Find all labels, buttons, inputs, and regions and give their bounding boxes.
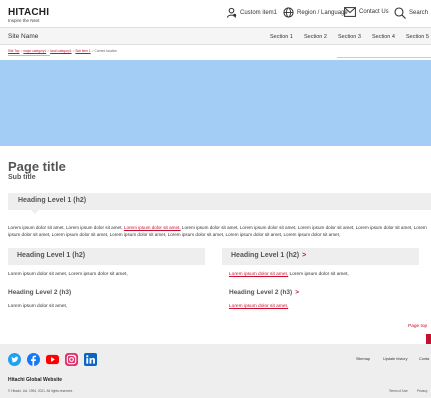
nav-section-1[interactable]: Section 1 [270,34,293,40]
left-text-2: Lorem ipsum dolor sit amet, [8,304,68,309]
page-top-link[interactable]: Page top [408,324,427,329]
breadcrumb-separator: > [91,49,94,53]
heading-h2-wide: Heading Level 1 (h2) [8,193,431,210]
search-icon [394,7,406,19]
page-title: Page title [8,159,66,174]
twitter-icon[interactable] [8,353,21,366]
heading-notch [31,210,39,214]
footer-privacy-link[interactable]: Privacy [417,389,427,393]
nav-section-2[interactable]: Section 2 [304,34,327,40]
heading-h2-text: Heading Level 1 (h2) [17,252,86,259]
linkedin-icon[interactable] [84,353,97,366]
page-top-button[interactable] [426,334,431,344]
globe-icon [283,7,294,18]
breadcrumb-item[interactable]: Sub item 1 [75,49,90,53]
heading-h2-text: Heading Level 1 (h2) [18,197,87,204]
left-text-1: Lorem ipsum dolor sit amet, Lorem ipsum … [8,272,128,277]
footer-site-title[interactable]: Hitachi Global Website [8,377,62,383]
right-text-link[interactable]: Lorem ipsum dolor sit amet, [229,304,288,309]
copyright-text: © Hitachi, Ltd. 1994, 2021. All rights r… [8,389,73,393]
search-label: Search [409,10,429,16]
hero-image [0,60,431,146]
right-text-2: Lorem ipsum dolor sit amet, [229,304,288,309]
heading-h2-label: Heading Level 1 (h2) [231,252,300,259]
paragraph-link[interactable]: Lorem ipsum dolor sit amet, [124,225,181,230]
nav-section-4[interactable]: Section 4 [372,34,395,40]
right-text-1: Lorem ipsum dolor sit amet, Lorem ipsum … [229,272,349,277]
search-link[interactable]: Search [394,7,428,19]
chevron-right-icon: > [302,252,307,259]
right-text-link[interactable]: Lorem ipsum dolor sit amet, [229,272,288,277]
logo-wordmark: HITACHI [8,7,50,18]
breadcrumb-item[interactable]: Site Top [8,49,19,53]
heading-h3-label: Heading Level 2 (h3) [229,289,293,296]
heading-h3-right[interactable]: Heading Level 2 (h3) > [229,289,299,296]
breadcrumb-item[interactable]: local category1 [50,49,71,53]
footer-contact-link[interactable]: Conta [419,357,429,361]
custom-item-link[interactable]: Custom item1 [226,7,277,18]
breadcrumb: Site Top>major category1>local category1… [8,49,117,53]
nav-section-5[interactable]: Section 5 [406,34,429,40]
chevron-right-icon: > [295,289,300,296]
right-text-plain: Lorem ipsum dolor sit amet, [288,272,349,277]
breadcrumb-separator: > [47,49,50,53]
global-header: HITACHI Inspire the Next Custom item1 Re… [0,0,431,26]
search-field-line [337,57,431,58]
body-paragraph: Lorem ipsum dolor sit amet, Lorem ipsum … [8,224,431,239]
region-language-link[interactable]: Region / Language [283,7,348,18]
breadcrumb-item[interactable]: major category1 [23,49,46,53]
heading-h2-right[interactable]: Heading Level 1 (h2) > [222,248,419,265]
breadcrumb-current: Current location [94,49,118,53]
paragraph-text: Lorem ipsum dolor sit amet, Lorem ipsum … [8,225,124,230]
mail-icon [344,7,356,17]
nav-section-3[interactable]: Section 3 [338,34,361,40]
site-footer: Sitemap Update history Conta Hitachi Glo… [0,344,431,398]
contact-us-link[interactable]: Contact Us [344,7,389,17]
page-subtitle: Sub title [8,174,36,181]
hitachi-logo[interactable]: HITACHI Inspire the Next [8,8,49,24]
region-language-label: Region / Language [297,9,348,16]
youtube-icon[interactable] [46,353,59,366]
heading-h3-left: Heading Level 2 (h3) [8,289,72,296]
breadcrumb-divider [8,55,50,56]
site-navigation-bar: Site Name Section 1 Section 2 Section 3 … [0,27,431,45]
custom-item-label: Custom item1 [240,9,278,16]
heading-h2-left: Heading Level 1 (h2) [8,248,205,265]
facebook-icon[interactable] [27,353,40,366]
social-links [8,353,97,366]
footer-terms-link[interactable]: Terms of Use [389,389,408,393]
heading-h2-text: Heading Level 1 (h2) > [231,252,306,259]
custom-item-icon [226,7,237,18]
instagram-icon[interactable] [65,353,78,366]
footer-update-history-link[interactable]: Update history [383,357,407,361]
logo-tagline: Inspire the Next [8,18,40,23]
footer-sitemap-link[interactable]: Sitemap [356,357,370,361]
site-name[interactable]: Site Name [8,33,38,40]
contact-us-label: Contact Us [359,9,389,15]
